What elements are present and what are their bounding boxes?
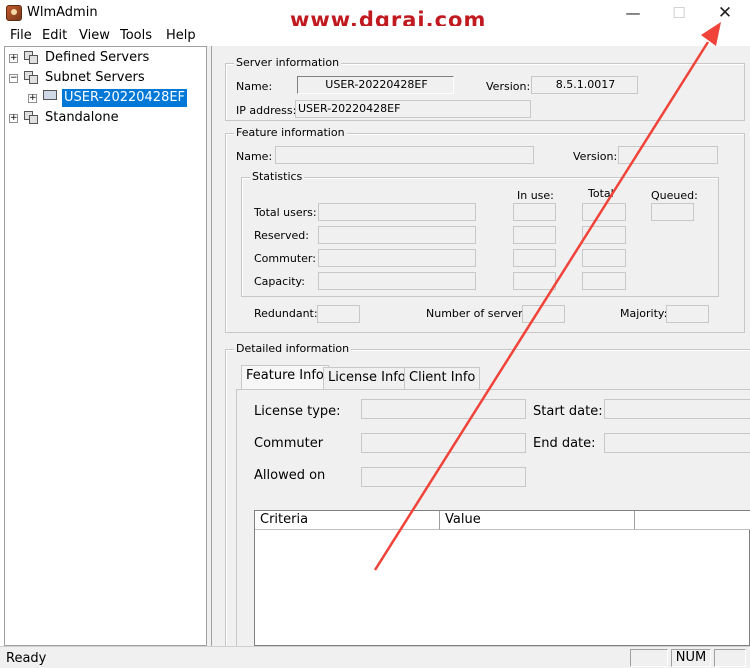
ip-address-label: IP address:	[236, 104, 297, 117]
menu-help[interactable]: Help	[166, 28, 196, 43]
stat-bar-field	[318, 226, 476, 244]
tab-client-info[interactable]: Client Info	[404, 367, 481, 389]
app-icon	[6, 5, 22, 21]
commuter-label: Commuter	[254, 436, 324, 451]
menu-tools[interactable]: Tools	[120, 28, 152, 43]
stat-in-use-field	[513, 249, 556, 267]
server-version-label: Version:	[486, 80, 531, 93]
stat-row-label: Reserved:	[254, 229, 309, 242]
tree-node-subnet-servers[interactable]: − Subnet Servers	[9, 69, 199, 87]
minimize-button[interactable]: —	[610, 0, 656, 26]
num-lock-indicator: NUM	[671, 649, 711, 667]
queued-header: Queued:	[651, 189, 698, 202]
stat-row-label: Commuter:	[254, 252, 316, 265]
group-title: Detailed information	[234, 342, 352, 355]
start-date-label: Start date:	[533, 404, 603, 419]
stat-total-field	[582, 272, 626, 290]
stat-row-label: Capacity:	[254, 275, 305, 288]
stat-bar-field	[318, 249, 476, 267]
start-date-field	[604, 399, 750, 419]
server-group-icon	[24, 51, 40, 65]
collapse-icon[interactable]: −	[9, 74, 18, 83]
title-bar: WlmAdmin www.dgrai.com — ☐ ✕	[0, 0, 750, 32]
status-cell-empty	[714, 649, 746, 667]
majority-field	[666, 305, 709, 323]
stat-total-field	[582, 226, 626, 244]
tab-license-info[interactable]: License Info	[323, 367, 411, 389]
column-header-value[interactable]: Value	[440, 511, 635, 530]
tree-node-standalone[interactable]: + Standalone	[9, 109, 199, 127]
feature-version-label: Version:	[573, 150, 618, 163]
stat-in-use-field	[513, 226, 556, 244]
feature-name-field	[275, 146, 534, 164]
column-header-filler	[635, 511, 750, 530]
end-date-label: End date:	[533, 436, 596, 451]
ip-address-field: USER-20220428EF	[295, 100, 531, 118]
tree-node-label: Standalone	[45, 110, 119, 125]
status-cell-empty	[630, 649, 668, 667]
close-button[interactable]: ✕	[702, 0, 748, 26]
server-version-field: 8.5.1.0017	[531, 76, 638, 94]
server-group-icon	[24, 71, 40, 85]
expand-icon[interactable]: +	[28, 94, 37, 103]
allowed-on-field	[361, 467, 526, 487]
stat-total-field	[582, 249, 626, 267]
commuter-field	[361, 433, 526, 453]
license-type-field	[361, 399, 526, 419]
criteria-list[interactable]: Criteria Value	[254, 510, 750, 646]
status-text: Ready	[6, 651, 47, 666]
tree-node-label: Defined Servers	[45, 50, 150, 65]
server-group-icon	[24, 111, 40, 125]
menu-edit[interactable]: Edit	[42, 28, 67, 43]
tree-node-user-server[interactable]: + USER-20220428EF	[28, 89, 198, 107]
tree-node-label: Subnet Servers	[45, 70, 145, 85]
group-title: Feature information	[234, 126, 347, 139]
stat-bar-field	[318, 272, 476, 290]
total-header: Total	[588, 187, 614, 200]
menu-file[interactable]: File	[10, 28, 32, 43]
tree-node-defined-servers[interactable]: + Defined Servers	[9, 49, 199, 67]
feature-version-field	[618, 146, 718, 164]
column-header-criteria[interactable]: Criteria	[255, 511, 440, 530]
status-bar: Ready NUM	[0, 646, 750, 668]
feature-name-label: Name:	[236, 150, 273, 163]
redundant-field	[317, 305, 360, 323]
expand-icon[interactable]: +	[9, 54, 18, 63]
maximize-button[interactable]: ☐	[656, 0, 702, 26]
menu-view[interactable]: View	[79, 28, 110, 43]
server-name-label: Name:	[236, 80, 273, 93]
stat-in-use-field	[513, 203, 556, 221]
group-title: Statistics	[250, 170, 305, 183]
redundant-label: Redundant:	[254, 307, 318, 320]
stat-bar-field	[318, 203, 476, 221]
menu-bar: File Edit View Tools Help	[0, 26, 750, 46]
stat-in-use-field	[513, 272, 556, 290]
license-type-label: License type:	[254, 404, 341, 419]
num-servers-field	[522, 305, 565, 323]
num-servers-label: Number of servers:	[426, 307, 533, 320]
stat-total-field	[582, 203, 626, 221]
stat-queued-field	[651, 203, 694, 221]
statistics-group: Statistics	[241, 170, 719, 297]
majority-label: Majority:	[620, 307, 668, 320]
allowed-on-label: Allowed on	[254, 468, 326, 483]
computer-icon	[43, 90, 59, 104]
in-use-header: In use:	[517, 189, 554, 202]
server-tree[interactable]: + Defined Servers − Subnet Servers + USE…	[4, 46, 207, 646]
tree-node-label: USER-20220428EF	[62, 89, 188, 107]
end-date-field	[604, 433, 750, 453]
tab-feature-info[interactable]: Feature Info	[241, 365, 329, 389]
expand-icon[interactable]: +	[9, 114, 18, 123]
server-name-field: USER-20220428EF	[297, 76, 454, 94]
group-title: Server information	[234, 56, 342, 69]
stat-row-label: Total users:	[254, 206, 317, 219]
window-title: WlmAdmin	[27, 5, 98, 20]
